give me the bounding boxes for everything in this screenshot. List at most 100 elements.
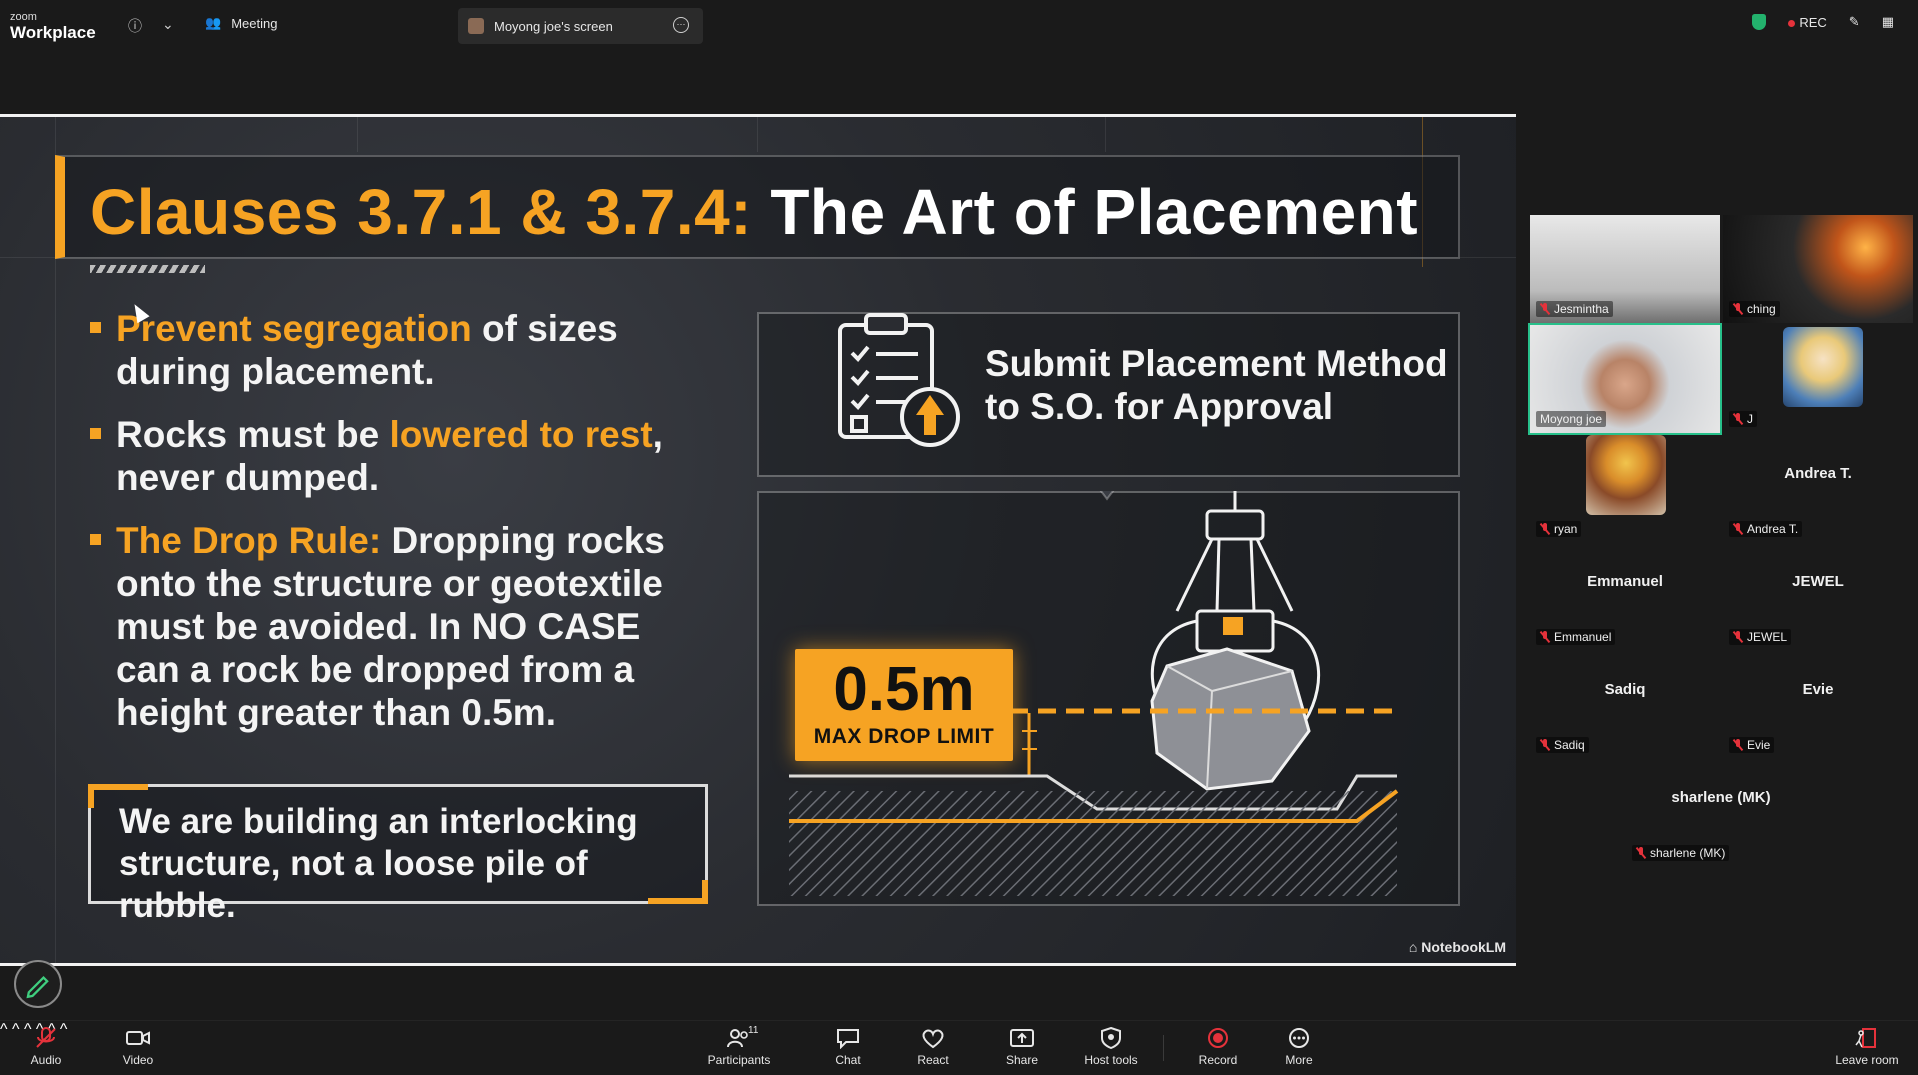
participant-label: Sadiq (1536, 737, 1589, 753)
participant-tile[interactable]: Evie Evie (1723, 651, 1913, 759)
rec-indicator[interactable]: REC (1788, 15, 1827, 30)
layout-view-icon[interactable]: ▦ (1882, 14, 1894, 30)
leave-room-button[interactable]: Leave room (1832, 1027, 1902, 1067)
mic-off-icon (1733, 523, 1743, 535)
submit-line-1: Submit Placement Method (985, 343, 1448, 384)
share-button[interactable]: Share (1002, 1027, 1042, 1067)
annotate-pencil-button[interactable] (14, 960, 62, 1008)
leave-door-icon (1855, 1028, 1876, 1048)
participant-tile[interactable]: Jesmintha (1530, 215, 1720, 323)
participant-label: ryan (1536, 521, 1582, 537)
participant-tile[interactable]: J (1723, 325, 1913, 433)
bullet-item: Prevent segregation of sizes during plac… (88, 307, 708, 393)
share-screen-icon (1010, 1029, 1034, 1047)
mic-off-icon (1540, 303, 1550, 315)
drop-value: 0.5m (833, 655, 975, 724)
participants-icon: 11 (726, 1025, 758, 1049)
audio-button[interactable]: Audio (26, 1027, 66, 1067)
bullet-text: Rocks must be (116, 414, 390, 455)
grid-line (357, 117, 358, 152)
participant-label: Andrea T. (1729, 521, 1803, 537)
drop-label: MAX DROP LIMIT (813, 725, 995, 748)
corner-accent (648, 880, 708, 904)
participant-name: ryan (1554, 522, 1578, 536)
participant-label: Evie (1729, 737, 1775, 753)
participant-tile[interactable]: ching (1723, 215, 1913, 323)
title-highlight: Clauses 3.7.1 & 3.7.4: (90, 176, 753, 248)
annotate-pen-icon[interactable]: ✎ (1849, 14, 1860, 30)
more-dots-icon (1289, 1028, 1309, 1048)
leave-label: Leave room (1835, 1053, 1899, 1067)
toolbar-separator (1163, 1035, 1164, 1061)
screen-share-tab[interactable]: Moyong joe's screen ··· (458, 8, 703, 44)
chevron-down-icon[interactable]: ⌄ (162, 16, 174, 33)
react-button[interactable]: React (914, 1027, 952, 1067)
participant-name: Moyong joe (1540, 412, 1603, 426)
more-button[interactable]: More (1280, 1027, 1318, 1067)
security-shield-icon[interactable] (1752, 14, 1767, 30)
participant-avatar (1586, 435, 1666, 515)
host-tools-button[interactable]: Host tools (1080, 1027, 1142, 1067)
slide-title: Clauses 3.7.1 & 3.7.4: The Art of Placem… (90, 175, 1418, 249)
mic-off-icon (1733, 413, 1743, 425)
participant-name: sharlene (MK) (1650, 846, 1726, 860)
participant-label: J (1729, 411, 1757, 427)
record-label: Record (1198, 1053, 1238, 1067)
participant-display-name: Emmanuel (1587, 573, 1663, 590)
video-camera-icon (126, 1031, 150, 1045)
participant-name: Sadiq (1554, 738, 1585, 752)
video-button[interactable]: Video (118, 1027, 158, 1067)
participant-tile[interactable]: ryan (1530, 435, 1720, 543)
mic-off-icon (1540, 523, 1550, 535)
participant-display-name: Andrea T. (1784, 465, 1852, 482)
participant-display-name: Sadiq (1604, 681, 1646, 698)
callout-text: We are building an interlocking structur… (119, 802, 638, 925)
audio-options-caret-icon[interactable]: ^ (0, 1021, 8, 1038)
brand-small: zoom (10, 11, 37, 23)
participant-display-name: sharlene (MK) (1671, 789, 1771, 806)
title-rest: The Art of Placement (770, 176, 1419, 248)
info-icon[interactable]: ⓘ (128, 16, 142, 36)
mic-off-icon (1636, 847, 1646, 859)
participants-group-icon: 👥 (205, 15, 222, 30)
participant-name: ching (1747, 302, 1776, 316)
participant-label: JEWEL (1729, 629, 1792, 645)
pencil-icon (26, 975, 49, 999)
brand-big: Workplace (10, 23, 96, 42)
participant-tile[interactable]: Emmanuel Emmanuel (1530, 543, 1720, 651)
meeting-toolbar: Audio ^ Video ^ 11 Participants Chat ^ R… (0, 1020, 1918, 1075)
participant-tile[interactable]: JEWEL JEWEL (1723, 543, 1913, 651)
screen-tab-label: Moyong joe's screen (494, 18, 613, 34)
participant-tile[interactable]: Sadiq Sadiq (1530, 651, 1720, 759)
chat-button[interactable]: Chat (830, 1027, 866, 1067)
more-options-icon[interactable]: ··· (673, 17, 689, 33)
participants-button[interactable]: 11 Participants (706, 1025, 772, 1067)
participant-tile[interactable]: Moyong joe (1528, 323, 1722, 435)
grid-line (757, 117, 758, 152)
bullet-list: Prevent segregation of sizes during plac… (88, 307, 708, 754)
host-shield-icon (1101, 1027, 1121, 1049)
participant-name: JEWEL (1747, 630, 1788, 644)
participant-tile[interactable]: Andrea T. Andrea T. (1723, 435, 1913, 543)
bullet-highlight: The Drop Rule: (116, 520, 382, 561)
participant-display-name: Evie (1802, 681, 1834, 698)
host-tools-label: Host tools (1084, 1053, 1138, 1067)
participant-tile[interactable]: sharlene (MK) sharlene (MK) (1626, 759, 1816, 867)
video-options-caret-icon[interactable]: ^ (12, 1021, 20, 1038)
participant-avatar (1783, 327, 1863, 407)
participant-label: ching (1729, 301, 1780, 317)
meeting-tab-label: Meeting (231, 15, 278, 31)
mic-off-icon (1733, 631, 1743, 643)
participant-name: Emmanuel (1554, 630, 1612, 644)
rec-dot-icon (1788, 19, 1796, 27)
corner-accent (88, 784, 148, 808)
meeting-tab[interactable]: 👥 Meeting (205, 15, 277, 31)
bullet-item: The Drop Rule: Dropping rocks onto the s… (88, 519, 708, 734)
submit-placement-text: Submit Placement Method to S.O. for Appr… (985, 342, 1448, 428)
record-button[interactable]: Record (1196, 1027, 1240, 1067)
callout-box: We are building an interlocking structur… (88, 784, 708, 925)
heart-react-icon (922, 1029, 944, 1049)
mic-off-icon (1733, 303, 1743, 315)
mic-off-icon (1540, 631, 1550, 643)
top-bar: zoom Workplace ⓘ ⌄ 👥 Meeting Moyong joe'… (0, 0, 1918, 50)
